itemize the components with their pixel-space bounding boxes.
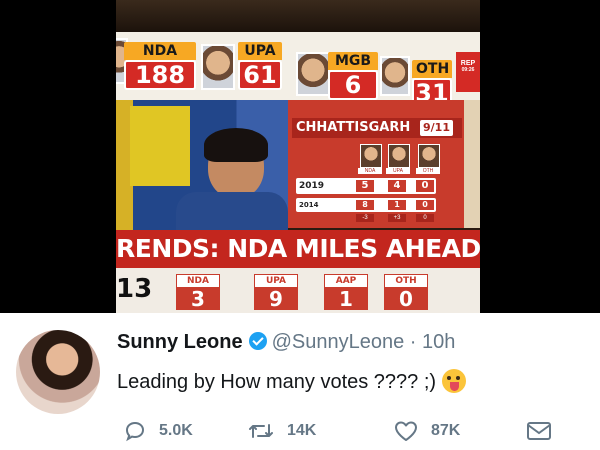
corner-time: 09:26 [461,67,475,73]
candidate-photo [388,144,410,168]
tally-strip: NDA 188 UPA 61 MGB 6 OTH 31 REP 09:26 [116,32,480,108]
tweet-card: Sunny Leone @SunnyLeone · 10h Leading by … [0,313,600,450]
tweet-text: Leading by How many votes ???? ;) [117,369,467,394]
user-handle[interactable]: @SunnyLeone [272,331,405,353]
bottom-tally-strip: 13 NDA 3 UPA 9 AAP 1 OTH 0 [116,268,480,313]
candidate-photo [418,144,440,168]
map-thumbnail [464,100,480,228]
verified-badge-icon [248,332,267,350]
tally-mgb: MGB 6 [328,52,378,100]
corner-tag: REP 09:26 [456,52,480,92]
bottom-number: 13 [116,274,153,304]
news-anchor-footage [116,100,288,232]
news-headline: RENDS: NDA MILES AHEAD [116,230,480,268]
candidate-tag: OTH [416,168,440,174]
reply-icon [125,421,145,442]
leader-photo [201,44,235,90]
bottom-tile-aap: AAP 1 [324,274,368,310]
result-row-2014: 2014 8 1 0 [296,198,436,212]
tweet-timestamp[interactable]: 10h [422,331,455,353]
reply-button[interactable]: 5.0K [123,417,193,445]
tweet-actions: 5.0K 14K 87K [117,417,557,445]
leader-photo [380,56,410,96]
retweet-count: 14K [287,422,317,439]
state-result-panel: CHHATTISGARH 9/11 NDA UPA OTH 2019 5 4 0… [288,100,464,228]
separator-dot: · [409,331,417,353]
embedded-tv-photo: NDA 188 UPA 61 MGB 6 OTH 31 REP 09:26 CH… [0,0,600,313]
state-name: CHHATTISGARH [296,120,411,135]
retweet-icon [249,424,273,438]
swing-value: +3 [388,214,406,222]
retweet-button[interactable]: 14K [247,417,316,445]
like-button[interactable]: 87K [393,417,460,445]
tally-upa: UPA 61 [238,42,282,90]
direct-message-button[interactable] [525,417,565,445]
bottom-tile-nda: NDA 3 [176,274,220,310]
heart-icon [395,421,417,441]
tally-nda: NDA 188 [124,42,196,90]
leader-photo [296,52,330,96]
tweet-header: Sunny Leone @SunnyLeone · 10h [117,331,455,354]
envelope-icon [527,422,551,440]
swing-value: -3 [356,214,374,222]
bottom-tile-upa: UPA 9 [254,274,298,310]
like-count: 87K [431,422,461,439]
tv-screen: NDA 188 UPA 61 MGB 6 OTH 31 REP 09:26 CH… [116,0,480,313]
result-row-2019: 2019 5 4 0 [296,178,436,194]
corner-tag-text: REP [460,60,476,67]
tweet-body: Leading by How many votes ???? ;) [117,371,437,393]
winking-tongue-emoji-icon [442,369,467,393]
avatar[interactable] [16,330,100,414]
bottom-tile-oth: OTH 0 [384,274,428,310]
display-name[interactable]: Sunny Leone [117,331,243,353]
candidate-tag: NDA [358,168,382,174]
candidate-photo [360,144,382,168]
state-count: 9/11 [420,120,453,136]
reply-count: 5.0K [159,422,193,439]
candidate-tag: UPA [386,168,410,174]
swing-value: 0 [416,214,434,222]
